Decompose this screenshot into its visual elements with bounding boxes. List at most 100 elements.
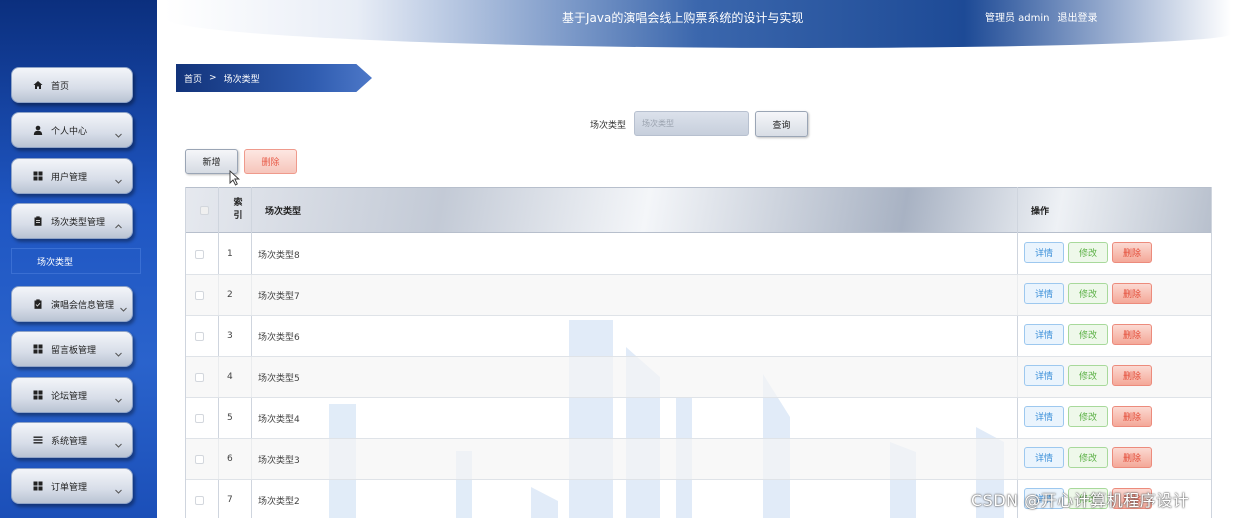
detail-button[interactable]: 详情 <box>1024 242 1064 263</box>
row-index: 4 <box>227 372 233 382</box>
chevron-down-icon <box>114 481 123 494</box>
submenu-item-session-type[interactable]: 场次类型 <box>11 248 141 274</box>
chevron-down-icon <box>114 390 123 403</box>
user-role-label: 管理员 admin <box>985 13 1050 24</box>
column-header-type: 场次类型 <box>265 206 302 217</box>
row-checkbox[interactable] <box>195 357 204 397</box>
table-row: 1 场次类型8 详情 修改 删除 <box>186 234 1211 275</box>
detail-button[interactable]: 详情 <box>1024 406 1064 427</box>
table-row: 5 场次类型4 详情 修改 删除 <box>186 398 1211 439</box>
delete-button[interactable]: 删除 <box>1112 365 1152 386</box>
breadcrumb: 首页 > 场次类型 <box>176 64 372 92</box>
select-all-checkbox[interactable] <box>200 187 209 233</box>
grid-icon <box>32 344 43 355</box>
sidebar-item-concert-info[interactable]: 演唱会信息管理 <box>11 286 133 322</box>
sidebar-item-session-type-mgmt[interactable]: 场次类型管理 <box>11 203 133 239</box>
sidebar-item-label: 用户管理 <box>51 172 88 183</box>
breadcrumb-separator: > <box>209 73 217 83</box>
grid-icon <box>32 390 43 401</box>
column-header-index: 索引 <box>233 198 243 221</box>
column-header-actions: 操作 <box>1031 206 1050 217</box>
edit-button[interactable]: 修改 <box>1068 324 1108 345</box>
row-checkbox[interactable] <box>195 316 204 356</box>
row-type: 场次类型8 <box>258 250 300 261</box>
query-button[interactable]: 查询 <box>755 111 808 137</box>
bulk-delete-button[interactable]: 删除 <box>244 149 297 174</box>
chevron-down-icon <box>114 344 123 357</box>
table-header <box>186 187 1211 233</box>
sidebar-item-home[interactable]: 首页 <box>11 67 133 103</box>
user-area: 管理员 admin 退出登录 <box>985 9 1106 24</box>
clipboard-icon <box>32 216 43 227</box>
row-index: 3 <box>227 331 233 341</box>
grid-icon <box>32 171 43 182</box>
table-row: 2 场次类型7 详情 修改 删除 <box>186 275 1211 316</box>
row-checkbox[interactable] <box>195 480 204 518</box>
row-type: 场次类型6 <box>258 332 300 343</box>
sidebar-item-orders[interactable]: 订单管理 <box>11 468 133 504</box>
chevron-down-icon <box>114 171 123 184</box>
delete-button[interactable]: 删除 <box>1112 324 1152 345</box>
edit-button[interactable]: 修改 <box>1068 447 1108 468</box>
row-checkbox[interactable] <box>195 439 204 479</box>
detail-button[interactable]: 详情 <box>1024 447 1064 468</box>
home-icon <box>32 80 43 91</box>
chevron-down-icon <box>114 125 123 138</box>
table-row: 3 场次类型6 详情 修改 删除 <box>186 316 1211 357</box>
row-type: 场次类型3 <box>258 455 300 466</box>
sidebar-item-label: 演唱会信息管理 <box>51 300 115 311</box>
row-type: 场次类型4 <box>258 414 300 425</box>
mouse-cursor-icon <box>229 170 240 186</box>
watermark: CSDN @开心计算机程序设计 <box>971 491 1190 510</box>
sidebar-item-label: 留言板管理 <box>51 345 97 356</box>
sidebar-item-label: 首页 <box>51 81 70 92</box>
edit-button[interactable]: 修改 <box>1068 283 1108 304</box>
breadcrumb-home[interactable]: 首页 <box>184 72 202 85</box>
breadcrumb-current: 场次类型 <box>223 74 260 85</box>
delete-button[interactable]: 删除 <box>1112 242 1152 263</box>
sidebar-item-label: 系统管理 <box>51 436 88 447</box>
edit-button[interactable]: 修改 <box>1068 242 1108 263</box>
detail-button[interactable]: 详情 <box>1024 283 1064 304</box>
sidebar-item-users[interactable]: 用户管理 <box>11 158 133 194</box>
detail-button[interactable]: 详情 <box>1024 324 1064 345</box>
chevron-down-icon <box>119 299 128 312</box>
delete-button[interactable]: 删除 <box>1112 283 1152 304</box>
row-index: 6 <box>227 454 233 464</box>
header-bar: 基于Java的演唱会线上购票系统的设计与实现 管理员 admin 退出登录 <box>165 0 1231 48</box>
clipboard-icon <box>32 299 43 310</box>
submenu-item-label: 场次类型 <box>37 257 74 268</box>
row-index: 2 <box>227 290 233 300</box>
row-type: 场次类型7 <box>258 291 300 302</box>
row-type: 场次类型2 <box>258 496 300 507</box>
sidebar-item-label: 论坛管理 <box>51 391 88 402</box>
edit-button[interactable]: 修改 <box>1068 406 1108 427</box>
row-checkbox[interactable] <box>195 398 204 438</box>
row-index: 7 <box>227 495 233 505</box>
sidebar-item-message-board[interactable]: 留言板管理 <box>11 331 133 367</box>
sidebar-item-label: 个人中心 <box>51 126 88 137</box>
search-input[interactable] <box>634 111 749 136</box>
sidebar-item-forum[interactable]: 论坛管理 <box>11 377 133 413</box>
row-checkbox[interactable] <box>195 275 204 315</box>
row-index: 5 <box>227 413 233 423</box>
table-row: 4 场次类型5 详情 修改 删除 <box>186 357 1211 398</box>
row-index: 1 <box>227 249 233 259</box>
data-table: 索引 场次类型 操作 1 场次类型8 详情 修改 删除 2 场次类型7 详情 修改 删除 3 场次类型… <box>185 187 1212 518</box>
logout-link[interactable]: 退出登录 <box>1058 13 1098 24</box>
app-title: 基于Java的演唱会线上购票系统的设计与实现 <box>562 11 804 25</box>
app-root: 首页 个人中心 用户管理 场次类型管理 场次类型 演唱会信息管理 留言板管理 论… <box>0 0 1238 518</box>
list-icon <box>32 435 43 446</box>
row-checkbox[interactable] <box>195 234 204 274</box>
chevron-down-icon <box>114 435 123 448</box>
row-type: 场次类型5 <box>258 373 300 384</box>
chevron-up-icon <box>114 216 123 229</box>
detail-button[interactable]: 详情 <box>1024 365 1064 386</box>
delete-button[interactable]: 删除 <box>1112 447 1152 468</box>
sidebar-item-system[interactable]: 系统管理 <box>11 422 133 458</box>
sidebar-item-profile[interactable]: 个人中心 <box>11 112 133 148</box>
delete-button[interactable]: 删除 <box>1112 406 1152 427</box>
grid-icon <box>32 481 43 492</box>
table-row: 6 场次类型3 详情 修改 删除 <box>186 439 1211 480</box>
edit-button[interactable]: 修改 <box>1068 365 1108 386</box>
